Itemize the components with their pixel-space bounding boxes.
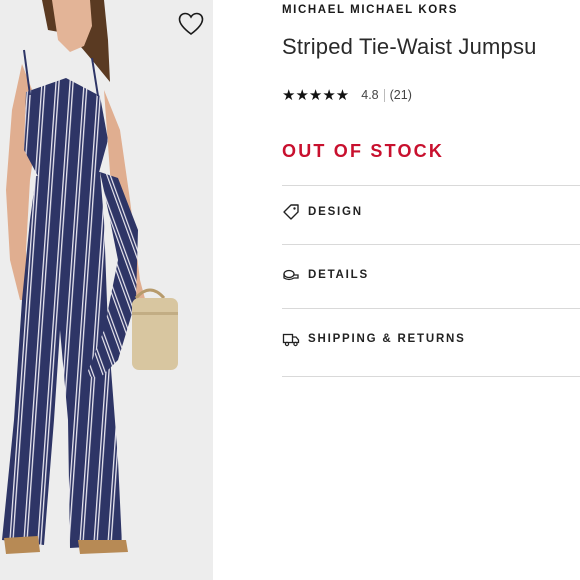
accordion-label: DESIGN bbox=[308, 206, 363, 218]
accordion-label: SHIPPING & RETURNS bbox=[308, 333, 466, 345]
product-title: Striped Tie-Waist Jumpsu bbox=[282, 34, 537, 59]
star-rating-icon: ★★★★★ bbox=[282, 87, 350, 104]
review-count[interactable]: (21) bbox=[390, 88, 412, 102]
tag-icon bbox=[282, 203, 300, 221]
rating-value: 4.8 bbox=[361, 88, 379, 102]
divider bbox=[282, 185, 580, 186]
model-photo bbox=[0, 0, 213, 580]
rating-separator bbox=[383, 88, 385, 102]
heart-icon[interactable] bbox=[178, 12, 204, 36]
accordion-shipping-returns[interactable]: SHIPPING & RETURNS bbox=[282, 319, 580, 359]
accordion-label: DETAILS bbox=[308, 269, 369, 281]
product-image bbox=[0, 0, 213, 580]
brand-name[interactable]: MICHAEL MICHAEL KORS bbox=[282, 4, 458, 16]
divider bbox=[282, 244, 580, 245]
divider bbox=[282, 308, 580, 309]
accordion-details[interactable]: DETAILS bbox=[282, 255, 580, 295]
fabric-icon bbox=[282, 266, 300, 284]
divider bbox=[282, 376, 580, 377]
truck-icon bbox=[282, 330, 300, 348]
rating[interactable]: ★★★★★ 4.8 (21) bbox=[282, 86, 412, 104]
stock-status: OUT OF STOCK bbox=[282, 141, 445, 161]
product-details: MICHAEL MICHAEL KORS Striped Tie-Waist J… bbox=[282, 0, 580, 580]
accordion-design[interactable]: DESIGN bbox=[282, 192, 580, 232]
